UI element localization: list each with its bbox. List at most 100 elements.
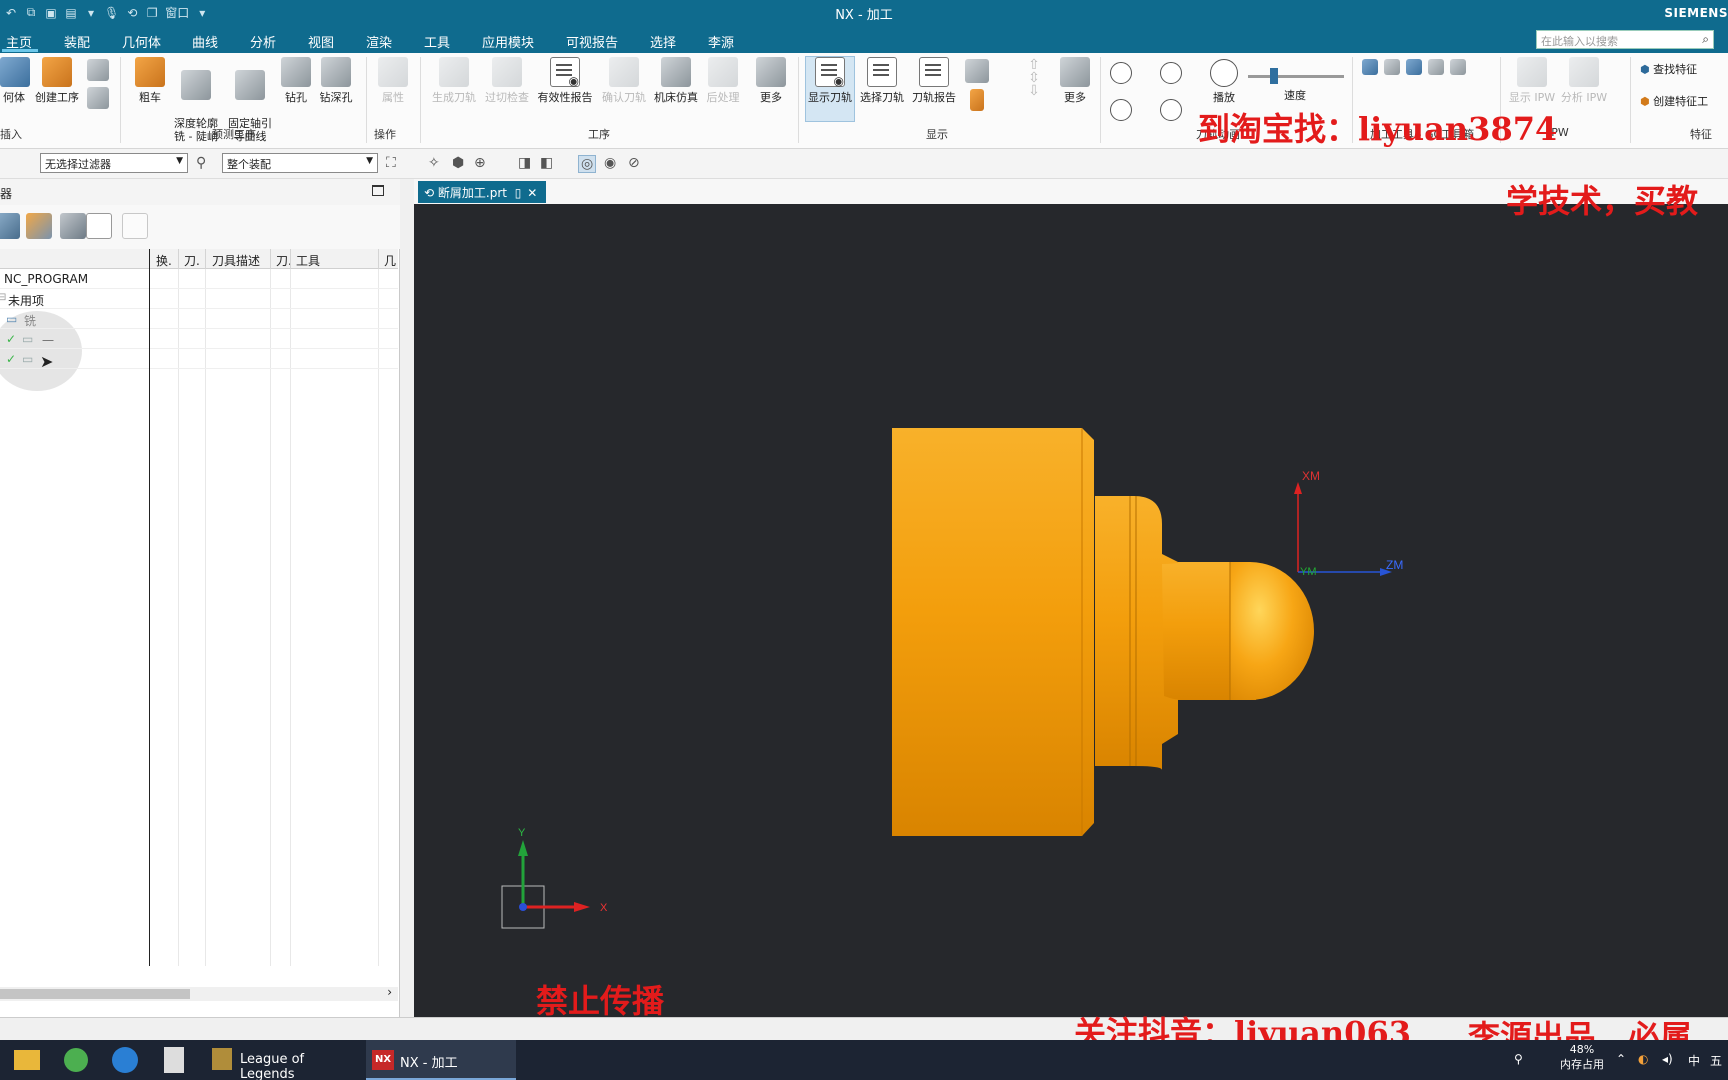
toolpath-report-button[interactable]: 刀轨报告	[910, 57, 958, 104]
table-row[interactable]: ▭ 铣	[0, 309, 398, 329]
target-icon[interactable]: ⊕	[474, 155, 486, 171]
show-ipw-button[interactable]: 显示 IPW	[1508, 57, 1556, 104]
machine-tool-view-icon[interactable]	[26, 213, 52, 239]
program-view-icon[interactable]	[0, 213, 20, 239]
show-toolpath-icon	[815, 57, 845, 88]
select-toolpath-button[interactable]: 选择刀轨	[858, 57, 906, 104]
column-header[interactable]: 工具	[296, 252, 320, 269]
deep-drill-button[interactable]: 钻深孔	[316, 57, 356, 104]
eye-icon[interactable]: ◉	[604, 155, 616, 171]
column-header[interactable]: 几	[384, 252, 396, 269]
generate-toolpath-button[interactable]: 生成刀轨	[430, 57, 478, 104]
tab-view[interactable]: 视图	[308, 30, 334, 53]
graphics-viewport[interactable]: XM ZM YM Y X	[414, 204, 1728, 1017]
delete-program-icon[interactable]	[122, 213, 148, 239]
tab-selection[interactable]: 选择	[650, 30, 676, 53]
tree-expander-icon[interactable]: ⊟	[0, 292, 6, 303]
view-triad[interactable]: Y X	[501, 827, 608, 929]
geometry-view-icon[interactable]	[60, 213, 86, 239]
drill-button[interactable]: 钻孔	[280, 57, 312, 104]
command-search-input[interactable]: 在此输入以搜索 ⌕	[1536, 30, 1714, 49]
create-feature-button[interactable]: ⬢ 创建特征工	[1640, 95, 1708, 108]
taskbar-item-league[interactable]: League of Legends	[206, 1040, 356, 1080]
taskbar-item-nx[interactable]: NX NX - 加工	[366, 1040, 516, 1080]
verify-toolpath-button[interactable]: 确认刀轨	[600, 57, 648, 104]
column-header[interactable]: 刀.	[184, 252, 200, 269]
pause-button[interactable]	[1160, 62, 1182, 88]
rough-turn-button[interactable]: 粗车	[130, 57, 170, 104]
create-operation-button[interactable]: 创建工序	[32, 57, 82, 104]
column-header[interactable]: 换.	[156, 252, 172, 269]
tab-tools[interactable]: 工具	[424, 30, 450, 53]
analyze-ipw-button[interactable]: 分析 IPW	[1560, 57, 1608, 104]
browser-icon[interactable]	[64, 1048, 88, 1072]
document-tab[interactable]: ⟲ 断屑加工.prt ▯ ✕	[418, 181, 546, 203]
pause-icon	[1160, 62, 1182, 84]
more-process-button[interactable]: 更多	[752, 57, 790, 104]
play-button[interactable]: 播放	[1208, 59, 1240, 104]
close-icon[interactable]: ✕	[527, 186, 537, 200]
move-up-down-buttons[interactable]: ⇧ ⇳ ⇩	[1024, 58, 1044, 98]
cube-icon[interactable]: ⬢	[452, 155, 464, 171]
box-icon[interactable]: ◨	[518, 155, 531, 171]
gc-tool-icon[interactable]	[1362, 59, 1378, 75]
tab-curve[interactable]: 曲线	[192, 30, 218, 53]
gc-tool-icon[interactable]	[1428, 59, 1444, 75]
maximize-icon[interactable]	[372, 185, 384, 196]
table-row[interactable]: ✓ ▭ ➤	[0, 349, 398, 371]
assembly-scope-combo[interactable]: 整个装配 ▼	[222, 153, 378, 173]
part-ball-end	[1230, 562, 1314, 700]
tab-visual-report[interactable]: 可视报告	[566, 30, 618, 53]
tab-geometry[interactable]: 几何体	[122, 30, 161, 53]
horizontal-scrollbar[interactable]: ›	[0, 985, 398, 1001]
search-icon[interactable]: ⌕	[1702, 32, 1709, 47]
insert-small-buttons[interactable]	[86, 59, 110, 113]
table-row[interactable]: ✓ ▭ 一	[0, 329, 398, 349]
turned-part[interactable]	[892, 428, 1314, 836]
pin-icon[interactable]: ▯	[515, 186, 522, 200]
filter-icon[interactable]: ⚲	[196, 155, 206, 171]
gc-tool-icon[interactable]	[1406, 59, 1422, 75]
chevron-right-icon[interactable]: ›	[387, 985, 392, 999]
overcut-check-button[interactable]: 过切检查	[482, 57, 532, 104]
display-small-buttons[interactable]	[962, 59, 992, 115]
table-row[interactable]: ⊟ 未用项	[0, 289, 398, 309]
tab-liyuan[interactable]: 李源	[708, 30, 734, 53]
postprocess-button[interactable]: 后处理	[702, 57, 744, 104]
gc-tool-icon[interactable]	[1384, 59, 1400, 75]
validity-report-button[interactable]: 有效性报告	[534, 57, 596, 104]
speed-slider-knob[interactable]	[1270, 68, 1278, 84]
mcs-icon[interactable]: ◎	[578, 155, 597, 173]
forward-button[interactable]	[1160, 99, 1182, 125]
column-divider	[290, 249, 291, 269]
selection-filter-combo[interactable]: 无选择过滤器 ▼	[40, 153, 188, 173]
column-header[interactable]: 刀具描述	[212, 252, 260, 269]
calculator-icon[interactable]	[164, 1047, 184, 1073]
geometry-button[interactable]: 何体	[0, 57, 30, 104]
tab-applications[interactable]: 应用模块	[482, 30, 534, 53]
find-feature-button[interactable]: ⬢ 查找特征	[1640, 63, 1697, 76]
more-display-button[interactable]: 更多	[1056, 57, 1094, 104]
point-icon[interactable]: ✧	[428, 155, 440, 171]
table-row[interactable]: NC_PROGRAM	[0, 269, 398, 289]
memory-usage[interactable]: 48% 内存占用	[1552, 1040, 1612, 1080]
speed-slider[interactable]	[1248, 68, 1344, 84]
k-app-icon[interactable]	[112, 1047, 138, 1073]
gc-toolbox-icons[interactable]	[1362, 59, 1492, 75]
tab-analysis[interactable]: 分析	[250, 30, 276, 53]
show-toolpath-button[interactable]: 显示刀轨	[805, 57, 855, 104]
mcs-triad[interactable]: XM ZM YM	[1294, 469, 1403, 578]
step-back-button[interactable]	[1110, 62, 1132, 88]
box2-icon[interactable]: ◧	[540, 155, 553, 171]
scrollbar-thumb[interactable]	[0, 989, 190, 999]
machine-simulation-button[interactable]: 机床仿真	[652, 57, 700, 104]
file-explorer-icon[interactable]	[14, 1050, 40, 1070]
attributes-button[interactable]: 属性	[374, 57, 412, 104]
tab-assembly[interactable]: 装配	[64, 30, 90, 53]
add-program-icon[interactable]	[86, 213, 112, 239]
tab-render[interactable]: 渲染	[366, 30, 392, 53]
gc-tool-icon[interactable]	[1450, 59, 1466, 75]
snap-icon[interactable]: ⛶	[386, 155, 396, 171]
hide-icon[interactable]: ⊘	[628, 155, 640, 171]
rewind-button[interactable]	[1110, 99, 1132, 125]
